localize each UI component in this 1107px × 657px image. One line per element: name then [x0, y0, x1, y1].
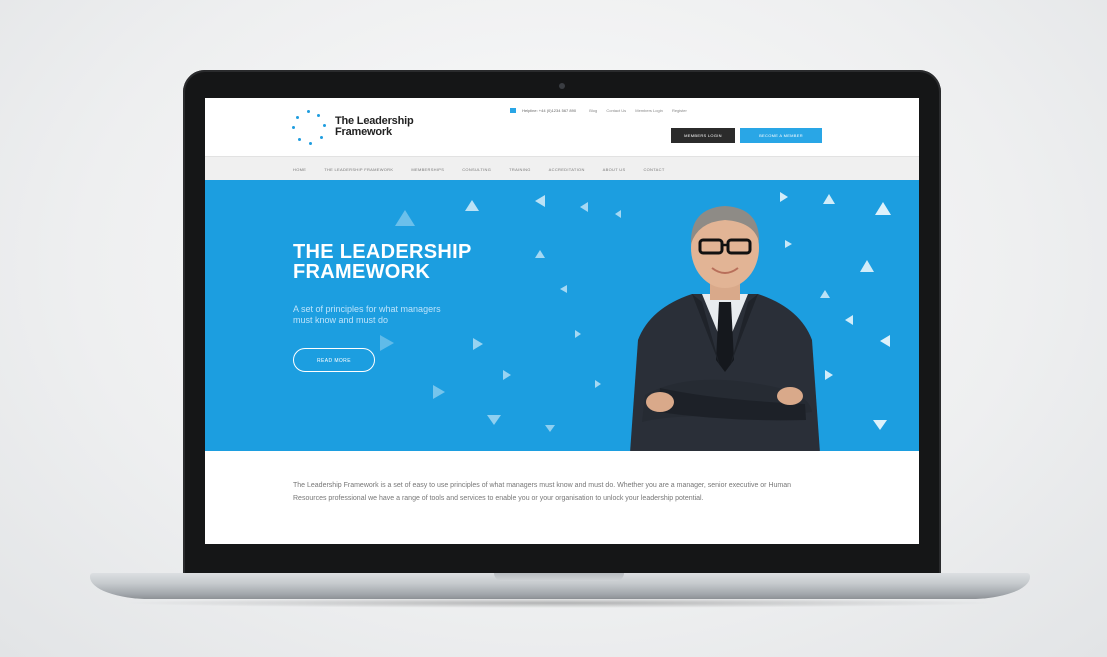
phone-icon: [510, 108, 516, 114]
topbar-link-blog[interactable]: Blog: [589, 108, 597, 113]
triangle-icon: [880, 335, 890, 347]
topbar-link-register[interactable]: Register: [672, 108, 687, 113]
nav-about-us[interactable]: ABOUT US: [603, 167, 626, 172]
triangle-icon: [575, 330, 581, 338]
triangle-icon: [433, 385, 445, 399]
topbar: Helpline: +44 (0)1234 567 890 Blog Conta…: [510, 108, 695, 118]
members-login-button[interactable]: MEMBERS LOGIN: [671, 128, 735, 143]
nav-leadership-framework[interactable]: THE LEADERSHIP FRAMEWORK: [324, 167, 393, 172]
nav-home[interactable]: HOME: [293, 167, 306, 172]
topbar-link-contact[interactable]: Contact Us: [606, 108, 626, 113]
site-logo[interactable]: The Leadership Framework: [287, 108, 457, 148]
main-nav: HOME THE LEADERSHIP FRAMEWORK MEMBERSHIP…: [205, 156, 919, 182]
become-member-button[interactable]: BECOME A MEMBER: [740, 128, 822, 143]
helpline-text: Helpline: +44 (0)1234 567 890: [522, 108, 577, 114]
triangle-icon: [860, 260, 874, 272]
logo-line-2: Framework: [335, 126, 392, 138]
hero-title: THE LEADERSHIP FRAMEWORK: [293, 242, 533, 282]
topbar-link-login[interactable]: Members Login: [635, 108, 663, 113]
triangle-icon: [545, 425, 555, 432]
triangle-icon: [535, 195, 545, 207]
read-more-button[interactable]: READ MORE: [293, 348, 375, 372]
triangle-icon: [473, 338, 483, 350]
nav-memberships[interactable]: MEMBERSHIPS: [411, 167, 444, 172]
intro-paragraph: The Leadership Framework is a set of eas…: [293, 482, 792, 502]
triangle-icon: [580, 202, 588, 212]
triangle-icon: [380, 335, 394, 351]
triangle-icon: [595, 380, 601, 388]
triangle-icon: [395, 210, 415, 226]
site-header: The Leadership Framework Helpline: +44 (…: [205, 98, 919, 156]
triangle-icon: [535, 250, 545, 258]
triangle-icon: [465, 200, 479, 211]
laptop-lid: The Leadership Framework Helpline: +44 (…: [183, 70, 941, 576]
hero-title-line-1: THE LEADERSHIP: [293, 241, 472, 263]
businessman-photo: [630, 206, 820, 451]
triangle-icon: [873, 420, 887, 430]
triangle-icon: [503, 370, 511, 380]
hero-title-line-2: FRAMEWORK: [293, 261, 431, 283]
webcam: [559, 83, 565, 89]
laptop-screen: The Leadership Framework Helpline: +44 (…: [205, 98, 919, 544]
logo-dots-icon: [287, 108, 329, 148]
laptop-base: [90, 573, 1030, 599]
nav-contact[interactable]: CONTACT: [643, 167, 664, 172]
nav-consulting[interactable]: CONSULTING: [462, 167, 491, 172]
hero-banner: THE LEADERSHIP FRAMEWORK A set of princi…: [205, 180, 919, 451]
logo-text: The Leadership Framework: [335, 116, 414, 138]
hero-subtitle: A set of principles for what managers mu…: [293, 304, 441, 325]
nav-accreditation[interactable]: ACCREDITATION: [549, 167, 585, 172]
triangle-icon: [845, 315, 853, 325]
laptop-notch: [494, 573, 624, 581]
triangle-icon: [875, 202, 891, 215]
triangle-icon: [560, 285, 567, 293]
triangle-icon: [487, 415, 501, 425]
nav-training[interactable]: TRAINING: [509, 167, 531, 172]
laptop-shadow: [120, 598, 1000, 608]
